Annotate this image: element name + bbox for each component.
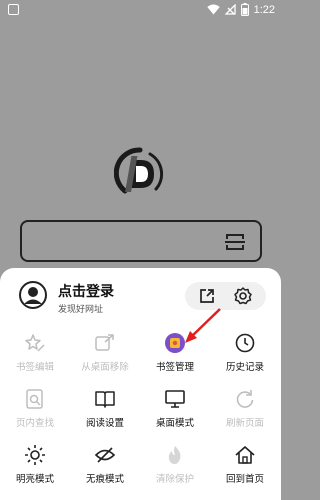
- menu-item-find-in-page[interactable]: 页内查找: [0, 382, 70, 430]
- menu-item-label: 无痕模式: [85, 474, 124, 485]
- menu-item-label: 回到首页: [225, 474, 264, 485]
- menu-item-label: 明亮模式: [15, 474, 54, 485]
- annotation-arrow: [185, 308, 221, 343]
- gear-icon[interactable]: [233, 286, 253, 306]
- menu-item-label: 清除保护: [155, 474, 194, 485]
- refresh-icon: [236, 390, 254, 408]
- avatar-icon: [19, 281, 47, 309]
- monitor-icon: [165, 390, 185, 408]
- sun-icon: [25, 445, 45, 465]
- menu-item-label: 从桌面移除: [81, 362, 129, 373]
- menu-item-label: 书签编辑: [15, 362, 54, 373]
- menu-item-home[interactable]: 回到首页: [210, 438, 280, 486]
- menu-item-remove-desktop[interactable]: 从桌面移除: [70, 326, 140, 374]
- menu-item-light-mode[interactable]: 明亮模式: [0, 438, 70, 486]
- remove-from-desktop-icon: [95, 334, 114, 351]
- flame-icon: [168, 446, 181, 464]
- menu-item-label: 页内查找: [15, 418, 54, 429]
- address-bar[interactable]: [20, 220, 262, 262]
- login-profile[interactable]: 点击登录 发现好网址: [19, 280, 139, 316]
- no-signal-icon: [224, 4, 236, 15]
- home-icon: [235, 446, 255, 464]
- menu-item-label: 刷新页面: [225, 418, 264, 429]
- menu-item-label: 阅读设置: [85, 418, 124, 429]
- eye-off-icon: [94, 447, 116, 463]
- menu-item-clear-protection[interactable]: 清除保护: [140, 438, 210, 486]
- status-bar: 1:22: [0, 0, 281, 22]
- menu-item-desktop-mode[interactable]: 桌面模式: [140, 382, 210, 430]
- clock-icon: [235, 333, 255, 353]
- menu-item-refresh[interactable]: 刷新页面: [210, 382, 280, 430]
- book-icon: [95, 391, 115, 408]
- battery-icon: [240, 3, 249, 16]
- login-label[interactable]: 点击登录: [58, 281, 114, 301]
- menu-item-bookmark-edit[interactable]: 书签编辑: [0, 326, 70, 374]
- profile-tagline: 发现好网址: [58, 305, 104, 315]
- menu-item-label: 桌面模式: [155, 418, 194, 429]
- star-pen-icon: [25, 334, 45, 352]
- menu-item-label: 书签管理: [155, 362, 194, 373]
- menu-item-reading-settings[interactable]: 阅读设置: [70, 382, 140, 430]
- browser-logo: [113, 147, 166, 199]
- wifi-icon: [206, 4, 220, 15]
- scan-icon[interactable]: [224, 231, 246, 253]
- share-icon[interactable]: [197, 286, 217, 306]
- menu-item-label: 历史记录: [225, 362, 264, 373]
- menu-item-incognito[interactable]: 无痕模式: [70, 438, 140, 486]
- clock-time: 1:22: [253, 3, 275, 16]
- notification-icon: [8, 4, 19, 15]
- find-in-page-icon: [26, 389, 43, 409]
